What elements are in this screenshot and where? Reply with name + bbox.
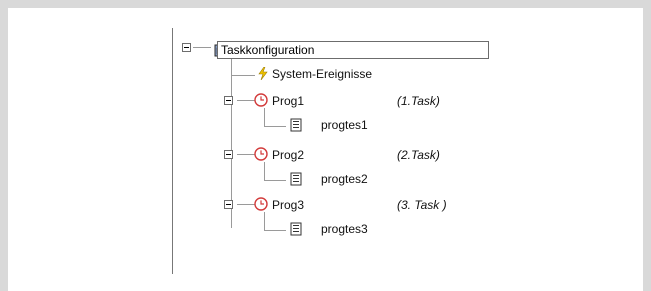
- prog3-expander[interactable]: [224, 200, 233, 209]
- tree-line: [264, 162, 265, 180]
- program-name[interactable]: progtes3: [321, 222, 368, 236]
- frame-left: [0, 0, 8, 291]
- task-name[interactable]: Prog2: [272, 148, 304, 162]
- task-name[interactable]: Prog1: [272, 94, 304, 108]
- document-icon: [290, 172, 302, 186]
- system-events-label[interactable]: System-Ereignisse: [272, 67, 372, 81]
- task-note: (3. Task ): [397, 198, 447, 212]
- document-icon: [290, 222, 302, 236]
- prog2-expander[interactable]: [224, 150, 233, 159]
- tree-line: [264, 230, 286, 231]
- clock-icon: [254, 147, 268, 161]
- prog1-expander[interactable]: [224, 96, 233, 105]
- tree-line: [264, 212, 265, 230]
- program-name[interactable]: progtes1: [321, 118, 368, 132]
- task-tree[interactable]: [172, 28, 493, 274]
- tree-line: [264, 108, 265, 126]
- frame-top: [0, 0, 651, 8]
- tree-line: [264, 126, 286, 127]
- tree-line: [231, 75, 255, 76]
- task-note: (1.Task): [397, 94, 440, 108]
- task-name[interactable]: Prog3: [272, 198, 304, 212]
- lightning-icon: [258, 67, 268, 80]
- document-icon: [290, 118, 302, 132]
- program-name[interactable]: progtes2: [321, 172, 368, 186]
- task-note: (2.Task): [397, 148, 440, 162]
- clock-icon: [254, 197, 268, 211]
- tree-line: [264, 180, 286, 181]
- root-expander[interactable]: [182, 43, 191, 52]
- frame-right: [643, 0, 651, 291]
- tree-line: [193, 47, 211, 48]
- clock-icon: [254, 93, 268, 107]
- root-node-label[interactable]: Taskkonfiguration: [217, 41, 489, 59]
